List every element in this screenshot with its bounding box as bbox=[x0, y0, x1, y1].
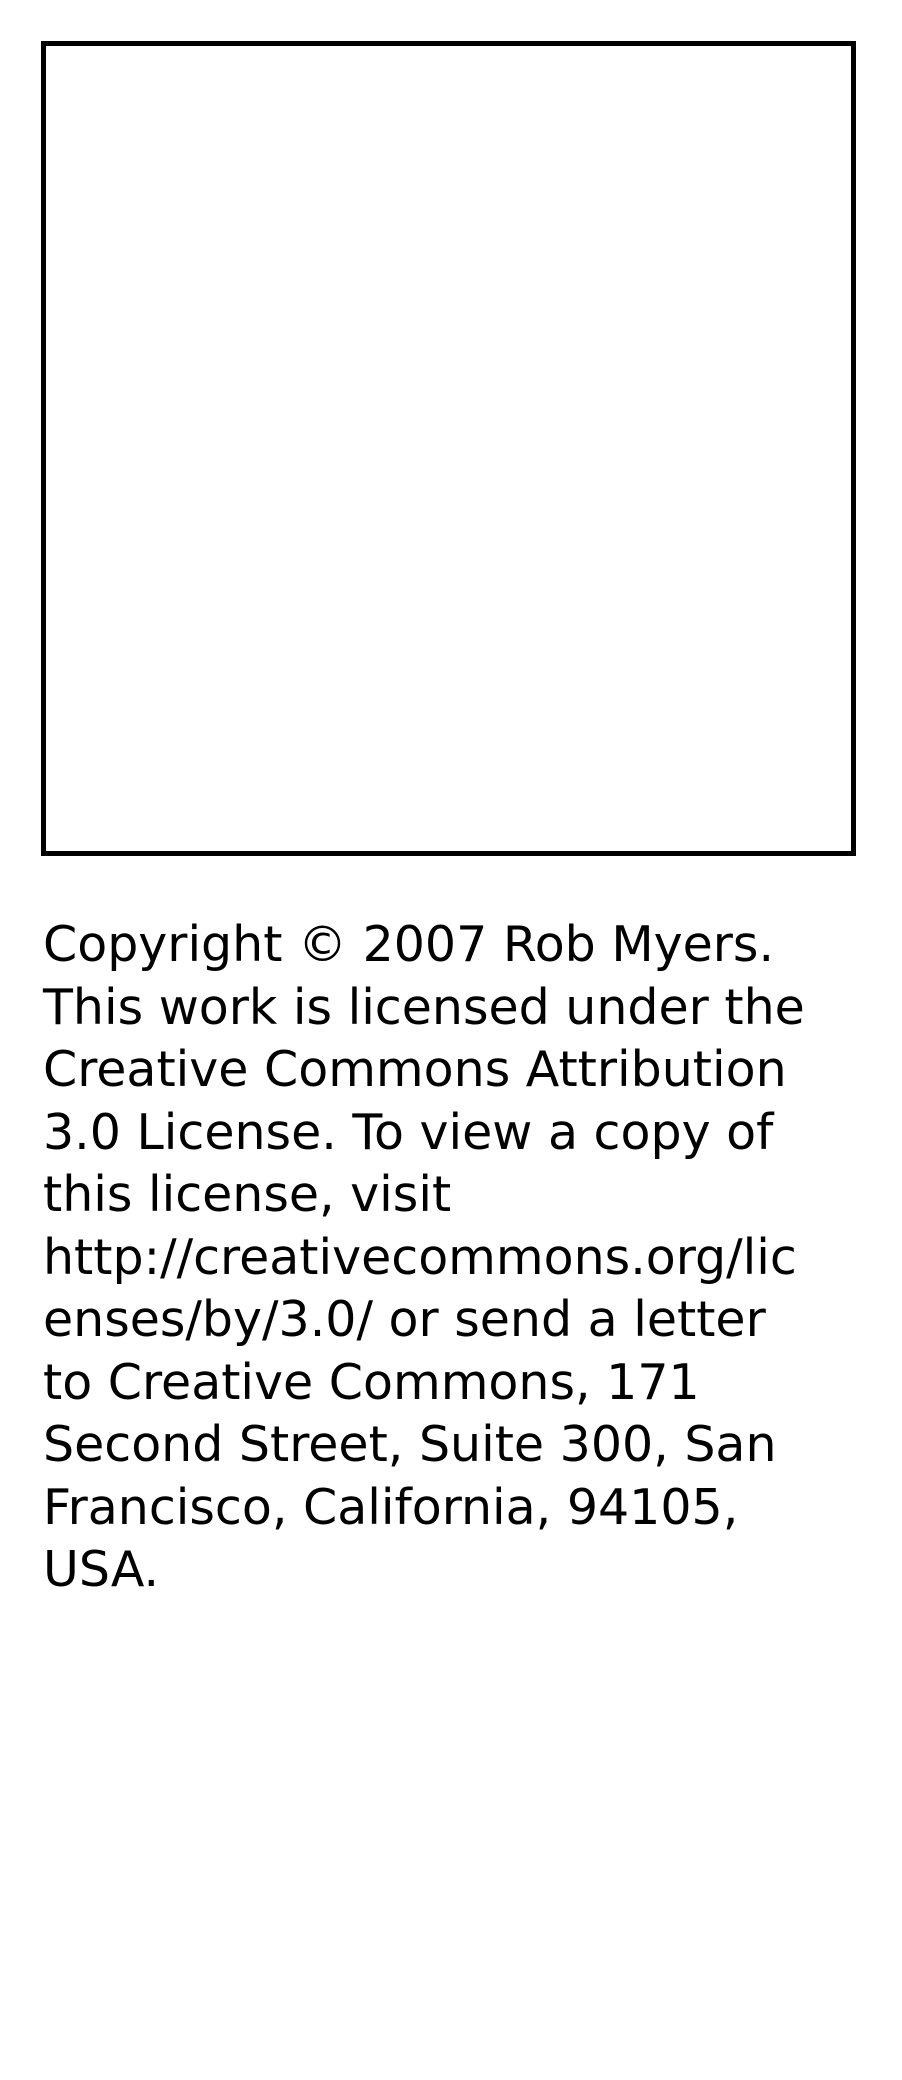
empty-image-frame bbox=[41, 41, 856, 856]
copyright-license-text: Copyright © 2007 Rob Myers. This work is… bbox=[43, 916, 805, 1598]
